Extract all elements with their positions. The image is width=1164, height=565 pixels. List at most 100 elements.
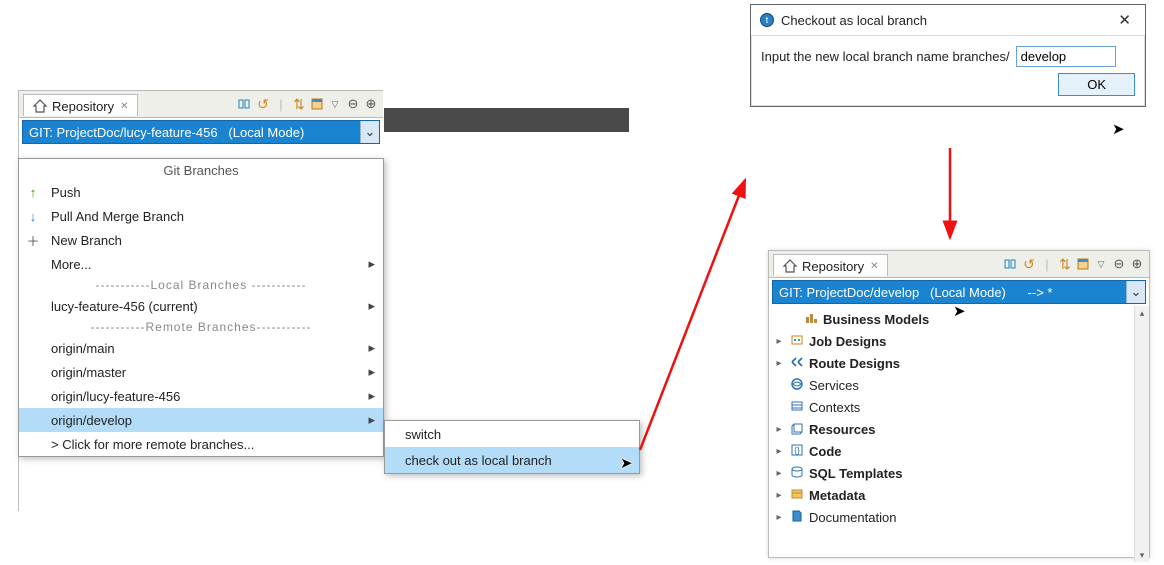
- chevron-right-icon: ▸: [368, 364, 375, 380]
- branch-combo-label: GIT: ProjectDoc/develop (Local Mode) -->…: [773, 285, 1126, 300]
- cursor-icon: ➤: [953, 302, 966, 320]
- expand-icon[interactable]: ▸: [773, 446, 785, 457]
- scrollbar[interactable]: ▴ ▾: [1134, 306, 1149, 562]
- svg-text:{}: {}: [794, 446, 800, 455]
- sq-icon: [789, 465, 805, 482]
- divider: |: [273, 96, 289, 112]
- expand-icon[interactable]: ▸: [773, 490, 785, 501]
- scroll-up-icon[interactable]: ▴: [1135, 306, 1149, 320]
- right-repository-panel: Repository ✕ ↺ | ⇅ ▽ ⊖ ⊕ GIT: ProjectDoc…: [768, 250, 1150, 558]
- minimize-icon[interactable]: ⊖: [1111, 256, 1127, 272]
- tool-icon-2[interactable]: ↺: [1021, 256, 1037, 272]
- pull-icon: ↓: [25, 209, 41, 224]
- chevron-right-icon: ▸: [368, 256, 375, 272]
- expand-icon[interactable]: ▸: [773, 468, 785, 479]
- chevron-right-icon: ▸: [368, 298, 375, 314]
- cursor-icon: ➤: [1112, 120, 1125, 138]
- tree-item-route-designs[interactable]: ▸Route Designs: [773, 352, 1149, 374]
- expand-icon[interactable]: ▸: [773, 336, 785, 347]
- dc-icon: [789, 509, 805, 526]
- chevron-down-icon[interactable]: ⌄: [1126, 281, 1145, 303]
- separator-remote: -----------Remote Branches-----------: [19, 318, 383, 336]
- cx-icon: [789, 399, 805, 416]
- tree-item-label: Code: [809, 444, 842, 459]
- tab-label: Repository: [52, 99, 114, 114]
- chevron-right-icon: ▸: [368, 388, 375, 404]
- md-icon: [789, 487, 805, 504]
- tree-item-contexts[interactable]: ·Contexts: [773, 396, 1149, 418]
- tree-item-label: Metadata: [809, 488, 865, 503]
- push-icon: ↑: [25, 185, 41, 200]
- tree-item-code[interactable]: ▸ {} Code: [773, 440, 1149, 462]
- dialog-prompt: Input the new local branch name branches…: [761, 49, 1010, 64]
- close-icon[interactable]: ✕: [120, 101, 128, 112]
- tree-item-label: Resources: [809, 422, 875, 437]
- tree-item-label: SQL Templates: [809, 466, 902, 481]
- cd-icon: {}: [789, 443, 805, 460]
- menu-more[interactable]: More... ▸: [19, 252, 383, 276]
- submenu-checkout-local[interactable]: check out as local branch: [385, 447, 639, 473]
- jd-icon: [789, 333, 805, 350]
- menu-push[interactable]: ↑ Push: [19, 180, 383, 204]
- minimize-icon[interactable]: ⊖: [345, 96, 361, 112]
- menu-origin-main[interactable]: origin/main ▸: [19, 336, 383, 360]
- rd-icon: [789, 355, 805, 372]
- repository-tree: ▴ ▾ ·Business Models▸Job Designs▸Route D…: [769, 306, 1149, 562]
- tree-item-services[interactable]: ·Services: [773, 374, 1149, 396]
- menu-chevron-icon[interactable]: ▽: [1093, 256, 1109, 272]
- menu-origin-develop[interactable]: origin/develop ▸: [19, 408, 383, 432]
- branch-combo[interactable]: GIT: ProjectDoc/develop (Local Mode) -->…: [772, 280, 1146, 304]
- tree-item-sql-templates[interactable]: ▸ SQL Templates: [773, 462, 1149, 484]
- menu-origin-master[interactable]: origin/master ▸: [19, 360, 383, 384]
- left-toolbar: Repository ✕ ↺ | ⇅ ▽ ⊖ ⊕: [19, 91, 383, 118]
- branch-combo-label: GIT: ProjectDoc/lucy-feature-456 (Local …: [23, 125, 360, 140]
- tree-item-metadata[interactable]: ▸ Metadata: [773, 484, 1149, 506]
- repository-tab[interactable]: Repository ✕: [773, 254, 888, 276]
- tool-icon-3[interactable]: ⇅: [291, 96, 307, 112]
- menu-local-current[interactable]: lucy-feature-456 (current) ▸: [19, 294, 383, 318]
- expand-icon[interactable]: ▸: [773, 358, 785, 369]
- expand-icon[interactable]: ▸: [773, 512, 785, 523]
- tool-icon-1[interactable]: [1003, 256, 1019, 272]
- home-icon: [782, 258, 798, 274]
- remote-branch-submenu: switch check out as local branch: [384, 420, 640, 474]
- tree-item-label: Services: [809, 378, 859, 393]
- menu-new-branch[interactable]: ＋ New Branch: [19, 228, 383, 252]
- menu-pull-merge[interactable]: ↓ Pull And Merge Branch: [19, 204, 383, 228]
- repository-tab[interactable]: Repository ✕: [23, 94, 138, 116]
- home-icon: [32, 98, 48, 114]
- maximize-icon[interactable]: ⊕: [1129, 256, 1145, 272]
- menu-chevron-icon[interactable]: ▽: [327, 96, 343, 112]
- tree-item-documentation[interactable]: ▸Documentation: [773, 506, 1149, 528]
- menu-origin-lucy-feature[interactable]: origin/lucy-feature-456 ▸: [19, 384, 383, 408]
- git-branches-menu: Git Branches ↑ Push ↓ Pull And Merge Bra…: [18, 158, 384, 457]
- tree-item-resources[interactable]: ▸ Resources: [773, 418, 1149, 440]
- cursor-icon: ➤: [620, 454, 633, 472]
- submenu-switch[interactable]: switch: [385, 421, 639, 447]
- ok-button[interactable]: OK: [1058, 73, 1135, 96]
- tool-icon-3[interactable]: ⇅: [1057, 256, 1073, 272]
- tree-item-job-designs[interactable]: ▸Job Designs: [773, 330, 1149, 352]
- branch-name-input[interactable]: [1016, 46, 1116, 67]
- sv-icon: [789, 377, 805, 394]
- scroll-down-icon[interactable]: ▾: [1135, 548, 1149, 562]
- rs-icon: [789, 421, 805, 438]
- expand-icon: ·: [773, 402, 785, 413]
- checkout-dialog: t Checkout as local branch ✕ Input the n…: [750, 4, 1146, 107]
- chevron-down-icon[interactable]: ⌄: [360, 121, 379, 143]
- maximize-icon[interactable]: ⊕: [363, 96, 379, 112]
- menu-click-more-remote[interactable]: > Click for more remote branches...: [19, 432, 383, 456]
- close-icon[interactable]: ✕: [870, 261, 878, 272]
- tool-icon-2[interactable]: ↺: [255, 96, 271, 112]
- expand-icon[interactable]: ▸: [773, 424, 785, 435]
- app-icon: t: [759, 12, 775, 28]
- close-icon[interactable]: ✕: [1112, 9, 1137, 31]
- chevron-right-icon: ▸: [368, 340, 375, 356]
- branch-combo[interactable]: GIT: ProjectDoc/lucy-feature-456 (Local …: [22, 120, 380, 144]
- tool-icon-4[interactable]: [309, 96, 325, 112]
- chevron-right-icon: ▸: [368, 412, 375, 428]
- tool-icon-1[interactable]: [237, 96, 253, 112]
- expand-icon: ·: [773, 314, 785, 325]
- bm-icon: [803, 311, 819, 328]
- tool-icon-4[interactable]: [1075, 256, 1091, 272]
